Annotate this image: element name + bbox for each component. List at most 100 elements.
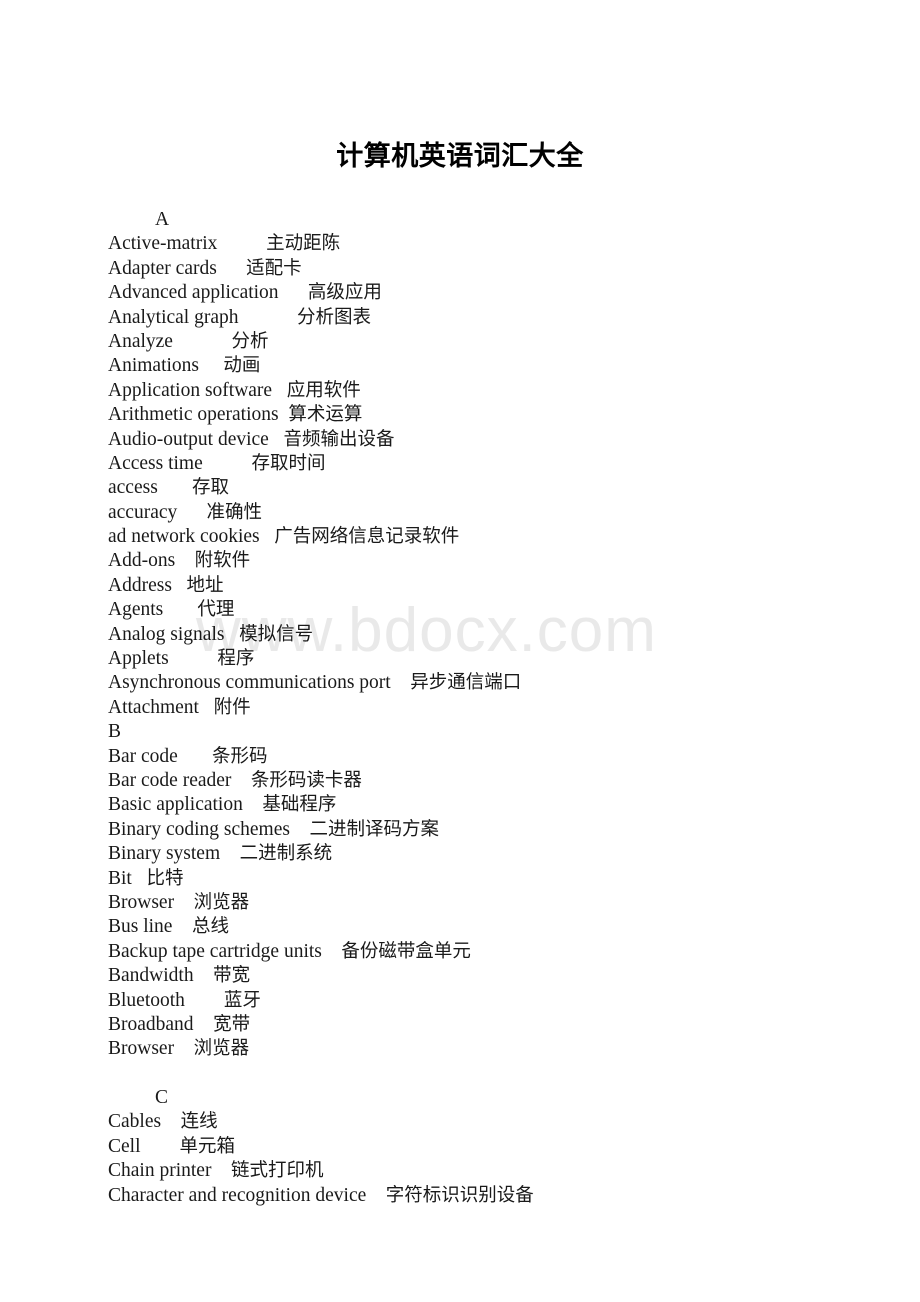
- entry-chinese-meaning: 高级应用: [307, 282, 382, 304]
- vocabulary-entry: Binary system 二进制系统: [108, 842, 920, 866]
- vocabulary-entry: Asynchronous communications port 异步通信端口: [108, 671, 920, 695]
- entry-chinese-meaning: 带宽: [213, 965, 251, 987]
- entry-english-term: Browser: [108, 1038, 175, 1060]
- vocabulary-entry: Animations 动画: [108, 354, 920, 378]
- entry-chinese-meaning: 主动距陈: [266, 233, 341, 255]
- section-letter-label: C: [155, 1087, 169, 1109]
- entry-english-term: Active-matrix: [108, 233, 218, 255]
- entry-chinese-meaning: 附件: [213, 696, 251, 718]
- document-body: 计算机英语词汇大全 A Active-matrix 主动距陈 Adapter car…: [0, 0, 920, 1208]
- entry-chinese-meaning: 比特: [146, 867, 184, 889]
- vocabulary-entry: ad network cookies 广告网络信息记录软件: [108, 525, 920, 549]
- vocabulary-entry: Add-ons 附软件: [108, 549, 920, 573]
- vocabulary-entry: Analog signals 模拟信号: [108, 623, 920, 647]
- entry-chinese-meaning: 基础程序: [262, 794, 337, 816]
- entry-gap: [366, 1184, 386, 1208]
- entry-spacer: [108, 1062, 920, 1086]
- entry-gap: [217, 232, 266, 256]
- entry-gap: [175, 549, 195, 573]
- entry-gap: [269, 428, 284, 452]
- vocabulary-entry: Access time 存取时间: [108, 452, 920, 476]
- entry-chinese-meaning: 条形码: [211, 745, 268, 767]
- entry-chinese-meaning: 准确性: [206, 501, 263, 523]
- entry-gap: [132, 867, 147, 891]
- entry-english-term: Broadband: [108, 1013, 194, 1035]
- entry-gap: [260, 525, 275, 549]
- entry-gap: [279, 281, 308, 305]
- entry-english-term: Bar code: [108, 745, 178, 767]
- entry-english-term: Chain printer: [108, 1160, 212, 1182]
- vocabulary-entry: accuracy 准确性: [108, 501, 920, 525]
- entry-gap: [224, 623, 239, 647]
- entry-gap: [178, 745, 212, 769]
- entry-gap: [173, 330, 232, 354]
- vocabulary-entry: Arithmetic operations 算术运算: [108, 403, 920, 427]
- vocabulary-entry: Browser 浏览器: [108, 891, 920, 915]
- entry-gap: [194, 1013, 214, 1037]
- vocabulary-entry: Cell 单元箱: [108, 1135, 920, 1159]
- vocabulary-entry: Bar code reader 条形码读卡器: [108, 769, 920, 793]
- vocabulary-entry: Audio-output device 音频输出设备: [108, 428, 920, 452]
- entry-english-term: Bluetooth: [108, 989, 185, 1011]
- entry-english-term: Basic application: [108, 794, 243, 816]
- vocabulary-entry: Active-matrix 主动距陈: [108, 232, 920, 256]
- entry-gap: [185, 989, 224, 1013]
- entry-english-term: Asynchronous communications port: [108, 672, 391, 694]
- entry-english-term: Application software: [108, 379, 273, 401]
- entry-chinese-meaning: 备份磁带盒单元: [341, 940, 471, 962]
- entry-chinese-meaning: 二进制系统: [239, 843, 333, 865]
- entry-english-term: Bar code reader: [108, 769, 232, 791]
- entry-english-term: Arithmetic operations: [108, 404, 279, 426]
- entry-gap: [172, 915, 192, 939]
- entry-gap: [243, 793, 263, 817]
- entry-chinese-meaning: 异步通信端口: [410, 672, 522, 694]
- entry-chinese-meaning: 算术运算: [288, 404, 363, 426]
- entry-chinese-meaning: 存取时间: [251, 452, 326, 474]
- vocabulary-entry: Basic application 基础程序: [108, 793, 920, 817]
- entry-chinese-meaning: 总线: [191, 916, 229, 938]
- entry-english-term: ad network cookies: [108, 526, 260, 548]
- entry-english-term: Agents: [108, 599, 164, 621]
- entry-english-term: Browser: [108, 891, 175, 913]
- entry-gap: [174, 1037, 194, 1061]
- entry-gap: [239, 306, 298, 330]
- entry-chinese-meaning: 分析图表: [297, 306, 372, 328]
- section-letter-heading: B: [108, 720, 920, 744]
- entry-gap: [161, 1110, 181, 1134]
- entry-gap: [279, 403, 289, 427]
- entry-chinese-meaning: 适配卡: [246, 257, 302, 279]
- vocabulary-entry: Analyze 分析: [108, 330, 920, 354]
- entry-gap: [322, 940, 342, 964]
- entry-chinese-meaning: 应用软件: [286, 379, 361, 401]
- document-page: www.bdocx.com 计算机英语词汇大全 A Active-matrix 主…: [0, 0, 920, 1302]
- section-letter-heading: A: [108, 208, 920, 232]
- entry-chinese-meaning: 存取: [191, 477, 229, 499]
- entry-english-term: Analog signals: [108, 623, 225, 645]
- entry-english-term: accuracy: [108, 501, 178, 523]
- vocabulary-entry: Chain printer 链式打印机: [108, 1159, 920, 1183]
- vocabulary-entry: Cables 连线: [108, 1110, 920, 1134]
- vocabulary-entry: Analytical graph 分析图表: [108, 306, 920, 330]
- entry-gap: [174, 891, 194, 915]
- entry-chinese-meaning: 浏览器: [193, 891, 250, 913]
- entry-chinese-meaning: 连线: [180, 1111, 218, 1133]
- entry-chinese-meaning: 音频输出设备: [283, 428, 395, 450]
- entry-chinese-meaning: 条形码读卡器: [250, 769, 362, 791]
- entry-english-term: Applets: [108, 648, 169, 670]
- vocabulary-entry: Broadband 宽带: [108, 1013, 920, 1037]
- entry-english-term: Bit: [108, 867, 132, 889]
- entry-gap: [231, 769, 251, 793]
- entry-gap: [172, 574, 187, 598]
- entry-english-term: access: [108, 477, 158, 499]
- entry-english-term: Attachment: [108, 696, 199, 718]
- vocabulary-entry: Advanced application 高级应用: [108, 281, 920, 305]
- entry-gap: [169, 647, 218, 671]
- vocabulary-entry: Backup tape cartridge units 备份磁带盒单元: [108, 940, 920, 964]
- vocabulary-entry: Browser 浏览器: [108, 1037, 920, 1061]
- vocabulary-entry: Bar code 条形码: [108, 745, 920, 769]
- vocabulary-entry-list: A Active-matrix 主动距陈 Adapter cards 适配卡 Adva…: [0, 208, 920, 1208]
- entry-gap: [217, 257, 246, 281]
- entry-chinese-meaning: 程序: [217, 648, 255, 670]
- vocabulary-entry: Binary coding schemes 二进制译码方案: [108, 818, 920, 842]
- entry-gap: [211, 1159, 231, 1183]
